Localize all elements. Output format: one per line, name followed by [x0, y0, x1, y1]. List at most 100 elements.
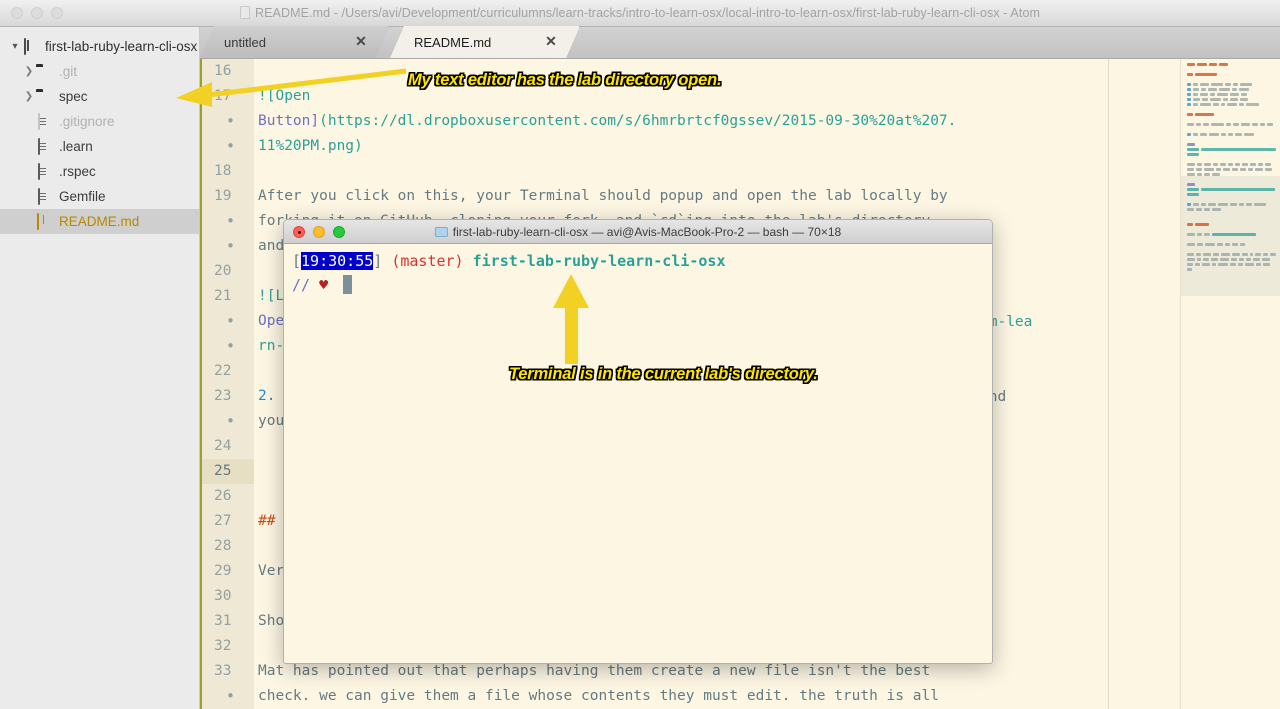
heart-icon: ♥: [319, 276, 329, 294]
window-titlebar: README.md - /Users/avi/Development/curri…: [0, 0, 1280, 27]
minimap-line: [1187, 253, 1276, 256]
line-number: 33: [214, 663, 232, 679]
tree-item-label: spec: [59, 89, 88, 104]
minimap-line: [1187, 203, 1276, 206]
window-title-text: README.md - /Users/avi/Development/curri…: [254, 6, 1041, 20]
prompt-marker: //: [292, 276, 311, 294]
line-number: •: [226, 337, 236, 355]
terminal-body[interactable]: [19:30:55] (master) first-lab-ruby-learn…: [284, 244, 992, 302]
tab-readme[interactable]: README.md ✕: [390, 26, 580, 58]
line-number: •: [226, 312, 236, 330]
line-number: •: [226, 112, 236, 130]
line-number: 21: [214, 288, 232, 304]
chevron-right-icon[interactable]: ❯: [22, 66, 36, 77]
minimap-line: [1187, 258, 1276, 261]
minimap-line: [1187, 98, 1276, 101]
line-number: 32: [214, 638, 232, 654]
minimap-line: [1187, 138, 1276, 141]
minimap-line: [1187, 113, 1276, 116]
terminal-traffic-lights[interactable]: [284, 225, 345, 238]
atom-editor-window: README.md - /Users/avi/Development/curri…: [0, 0, 1280, 709]
minimap-line: [1187, 63, 1276, 66]
annotation-editor-note: My text editor has the lab directory ope…: [408, 71, 722, 89]
line-number: •: [226, 212, 236, 230]
line-number: 26: [214, 488, 232, 504]
file-icon: [36, 112, 52, 130]
code-line[interactable]: [254, 159, 1280, 184]
tree-item-label: .gitignore: [59, 114, 115, 129]
minimap-line: [1187, 108, 1276, 111]
minimap-line: [1187, 123, 1276, 126]
minimap-line: [1187, 153, 1276, 156]
close-icon[interactable]: ✕: [353, 34, 369, 50]
terminal-input-line[interactable]: // ♥: [292, 273, 984, 297]
terminal-titlebar: first-lab-ruby-learn-cli-osx — avi@Avis-…: [284, 220, 992, 244]
prompt-close-bracket: ]: [373, 252, 383, 270]
tree-item-git[interactable]: ❯ .git: [0, 59, 199, 84]
tree-item-spec[interactable]: ❯ spec: [0, 84, 199, 109]
document-icon: [239, 6, 250, 19]
tree-item-label: .rspec: [59, 164, 96, 179]
window-title: README.md - /Users/avi/Development/curri…: [0, 6, 1280, 20]
file-icon: [36, 187, 52, 205]
minimap-line: [1187, 158, 1276, 161]
terminal-cursor: [343, 275, 353, 294]
line-number: 22: [214, 363, 232, 379]
line-number: •: [226, 687, 236, 705]
tab-label: README.md: [414, 34, 492, 50]
tree-item-rspec[interactable]: .rspec: [0, 159, 199, 184]
line-number: •: [226, 137, 236, 155]
terminal-title-text: first-lab-ruby-learn-cli-osx — avi@Avis-…: [452, 224, 842, 239]
project-tree-sidebar[interactable]: ▾ first-lab-ruby-learn-cli-osx ❯ .git ❯ …: [0, 27, 200, 709]
tab-untitled[interactable]: untitled ✕: [200, 26, 390, 58]
code-line[interactable]: Button](https://dl.dropboxusercontent.co…: [254, 109, 1280, 134]
wrap-guide: [1108, 59, 1109, 709]
minimap-line: [1187, 143, 1276, 146]
line-number: •: [226, 237, 236, 255]
prompt-git-branch: (master): [391, 252, 464, 270]
minimap-line: [1187, 103, 1276, 106]
tree-item-label: README.md: [59, 214, 140, 229]
line-number: 20: [214, 263, 232, 279]
tab-bar: untitled ✕ README.md ✕: [200, 27, 1280, 59]
close-icon[interactable]: ✕: [543, 34, 559, 50]
line-number: 24: [214, 438, 232, 454]
prompt-open-bracket: [: [292, 252, 302, 270]
minimap-line: [1187, 93, 1276, 96]
editor-minimap[interactable]: [1180, 59, 1280, 709]
minimap-line: [1187, 83, 1276, 86]
folder-icon: [36, 64, 52, 80]
code-line[interactable]: 11%20PM.png): [254, 134, 1280, 159]
tree-item-learn[interactable]: .learn: [0, 134, 199, 159]
chevron-right-icon[interactable]: ❯: [22, 91, 36, 102]
tree-item-project-root[interactable]: ▾ first-lab-ruby-learn-cli-osx: [0, 34, 199, 59]
tree-item-gemfile[interactable]: Gemfile: [0, 184, 199, 209]
folder-icon: [434, 226, 448, 237]
tab-label: untitled: [224, 34, 266, 50]
code-line[interactable]: check. we can give them a file whose con…: [254, 684, 1280, 709]
minimap-line: [1187, 188, 1276, 191]
book-icon: [22, 37, 38, 55]
terminal-maximize-button[interactable]: [333, 225, 345, 238]
tree-item-label: Gemfile: [59, 189, 106, 204]
terminal-prompt-line: [19:30:55] (master) first-lab-ruby-learn…: [292, 249, 984, 273]
minimap-line: [1187, 68, 1276, 71]
tree-item-readme[interactable]: README.md: [0, 209, 199, 234]
minimap-line: [1187, 88, 1276, 91]
code-line[interactable]: After you click on this, your Terminal s…: [254, 184, 1280, 209]
minimap-line: [1187, 148, 1276, 151]
line-number: 29: [214, 563, 232, 579]
minimap-line: [1187, 78, 1276, 81]
annotation-terminal-note: Terminal is in the current lab's directo…: [509, 365, 818, 383]
line-number: 25: [202, 459, 254, 484]
minimap-line: [1187, 168, 1276, 171]
chevron-down-icon[interactable]: ▾: [8, 41, 22, 52]
line-number: 27: [214, 513, 232, 529]
file-icon: [36, 137, 52, 155]
tree-item-gitignore[interactable]: .gitignore: [0, 109, 199, 134]
line-number: 30: [214, 588, 232, 604]
terminal-window[interactable]: first-lab-ruby-learn-cli-osx — avi@Avis-…: [283, 219, 993, 664]
tree-item-label: .learn: [59, 139, 93, 154]
terminal-minimize-button[interactable]: [313, 225, 325, 238]
terminal-close-button[interactable]: [293, 225, 305, 238]
